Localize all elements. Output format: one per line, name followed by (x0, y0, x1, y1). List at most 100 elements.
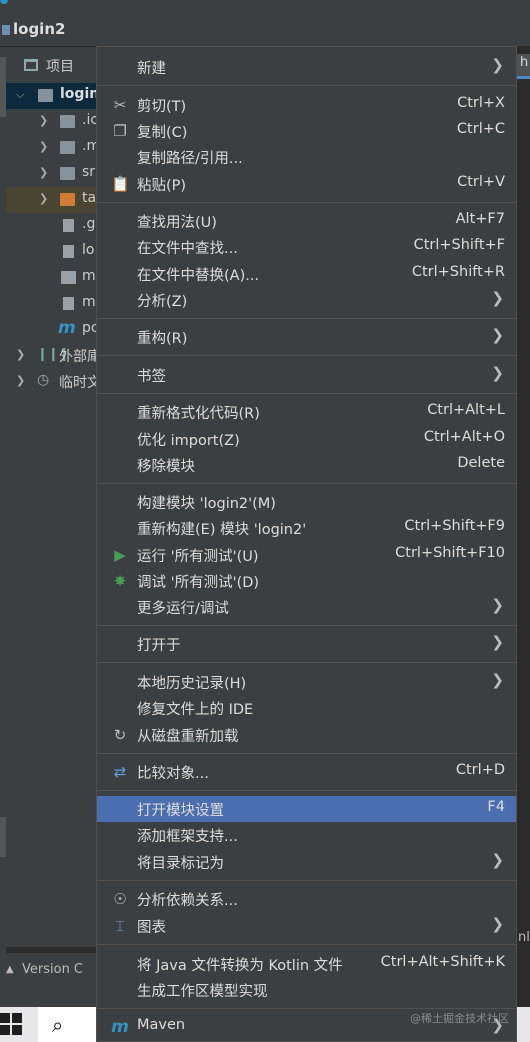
project-header-label: 项目 (46, 59, 74, 75)
menu-item-label: 新建 (137, 61, 166, 77)
tree-row-scratches[interactable]: ❯ ◷ 临时文 (6, 369, 101, 395)
menu-separator (97, 662, 516, 663)
chevron-right-icon[interactable]: ❯ (39, 192, 48, 205)
menu-item-find-usages[interactable]: 查找用法(U) Alt+F7 (97, 208, 516, 234)
menu-separator (97, 944, 516, 945)
debug-icon: ✸ (113, 572, 127, 590)
menu-item-label: 图表 (137, 920, 166, 936)
menu-item-new[interactable]: 新建 ❯ (97, 54, 516, 80)
tree-row-label: m (82, 294, 96, 310)
project-breadcrumb[interactable]: login2 (13, 20, 65, 38)
chevron-right-icon[interactable]: ❯ (39, 114, 48, 127)
script-file-icon (61, 271, 76, 284)
tree-row[interactable]: m (6, 291, 100, 317)
menu-item-bookmarks[interactable]: 书签 ❯ (97, 362, 516, 388)
app-icon (0, 0, 8, 4)
windows-start-icon[interactable] (0, 1013, 22, 1035)
menu-item-shortcut: Ctrl+Shift+F10 (395, 545, 505, 561)
menu-item-shortcut: Ctrl+V (457, 174, 505, 190)
menu-item-repair-ide[interactable]: 修复文件上的 IDE (97, 695, 516, 721)
tree-row[interactable]: ❯ .ic (6, 109, 100, 135)
tree-row-external-libraries[interactable]: ❯ ❙❙❙ 外部庫 (6, 343, 101, 369)
menu-item-shortcut: Ctrl+X (457, 95, 505, 111)
paste-icon: 📋 (111, 175, 130, 193)
menu-item-more-run-debug[interactable]: 更多运行/调试 ❯ (97, 594, 516, 620)
menu-item-reload-from-disk[interactable]: ↻ 从磁盘重新加载 (97, 722, 516, 748)
module-folder-icon (38, 89, 53, 102)
menu-item-label: Maven (137, 1017, 186, 1033)
chevron-right-icon[interactable]: ❯ (16, 348, 25, 361)
submenu-arrow-icon: ❯ (491, 633, 504, 651)
version-control-tab[interactable]: Version C (22, 962, 83, 977)
submenu-arrow-icon: ❯ (491, 596, 504, 614)
menu-item-refactor[interactable]: 重构(R) ❯ (97, 324, 516, 350)
menu-item-compare-with[interactable]: ⇄ 比较对象... Ctrl+D (97, 759, 516, 785)
menu-item-open-module-settings[interactable]: 打开模块设置 F4 (97, 796, 516, 822)
tree-row-label: 外部庫 (59, 349, 101, 365)
menu-item-label: 修复文件上的 IDE (137, 702, 254, 718)
reload-icon: ↻ (113, 726, 127, 744)
menu-item-label: 剪切(T) (137, 99, 187, 115)
text-file-icon (63, 297, 74, 310)
menu-item-analyze[interactable]: 分析(Z) ❯ (97, 287, 516, 313)
tree-row-label: m (82, 268, 96, 284)
diagram-icon: ⌶ (115, 917, 125, 935)
menu-separator (97, 790, 516, 791)
menu-item-shortcut: Ctrl+Alt+O (423, 429, 505, 445)
menu-item-remove-module[interactable]: 移除模块 Delete (97, 452, 516, 478)
menu-item-open-in[interactable]: 打开于 ❯ (97, 631, 516, 657)
submenu-arrow-icon: ❯ (491, 851, 504, 869)
editor-tab[interactable]: h (517, 54, 530, 79)
menu-item-analyze-dependencies[interactable]: ☉ 分析依赖关系... (97, 886, 516, 912)
chevron-down-icon[interactable]: ⌵ (16, 88, 24, 102)
submenu-arrow-icon: ❯ (491, 289, 504, 307)
tree-row[interactable]: m pc (6, 317, 100, 343)
menu-item-copy[interactable]: ❐ 复制(C) Ctrl+C (97, 118, 516, 144)
chevron-right-icon[interactable]: ❯ (39, 140, 48, 153)
tree-row[interactable]: ❯ ta (6, 187, 100, 213)
menu-item-label: 构建模块 'login2'(M) (137, 496, 276, 512)
tree-row[interactable]: lo (6, 239, 100, 265)
menu-item-generate-workspace-model[interactable]: 生成工作区模型实现 (97, 977, 516, 1003)
menu-item-mark-directory-as[interactable]: 将目录标记为 ❯ (97, 849, 516, 875)
menu-item-local-history[interactable]: 本地历史记录(H) ❯ (97, 669, 516, 695)
menu-item-replace-in-files[interactable]: 在文件中替换(A)... Ctrl+Shift+R (97, 261, 516, 287)
tree-row[interactable]: m (6, 265, 100, 291)
tree-row-root[interactable]: ⌵ login (6, 83, 100, 109)
menu-item-cut[interactable]: ✂ 剪切(T) Ctrl+X (97, 92, 516, 118)
gitignore-file-icon (63, 219, 74, 232)
editor-area[interactable] (517, 80, 530, 940)
menu-item-rebuild-module[interactable]: 重新构建(E) 模块 'login2' Ctrl+Shift+F9 (97, 515, 516, 541)
menu-item-reformat-code[interactable]: 重新格式化代码(R) Ctrl+Alt+L (97, 399, 516, 425)
run-icon: ▶ (114, 546, 126, 564)
tree-row[interactable]: ❯ .m (6, 135, 100, 161)
menu-item-run-all-tests[interactable]: ▶ 运行 '所有测试'(U) Ctrl+Shift+F10 (97, 542, 516, 568)
menu-item-build-module[interactable]: 构建模块 'login2'(M) (97, 489, 516, 515)
maven-icon: m (111, 1017, 129, 1037)
menu-item-label: 复制路径/引用... (137, 151, 243, 167)
chevron-right-icon[interactable]: ❯ (16, 374, 25, 387)
tree-row-label: login (60, 86, 100, 102)
menu-item-find-in-files[interactable]: 在文件中查找... Ctrl+Shift+F (97, 234, 516, 260)
scissors-icon: ✂ (113, 96, 127, 114)
menu-item-add-framework-support[interactable]: 添加框架支持... (97, 822, 516, 848)
menu-item-label: 比较对象... (137, 766, 209, 782)
project-header[interactable]: 项目 (6, 47, 100, 83)
submenu-arrow-icon: ❯ (491, 56, 504, 74)
menu-item-optimize-imports[interactable]: 优化 import(Z) Ctrl+Alt+O (97, 426, 516, 452)
menu-item-debug-all-tests[interactable]: ✸ 调试 '所有测试'(D) (97, 568, 516, 594)
project-tool-window: 项目 ⌵ login ❯ .ic ❯ .m ❯ sr ❯ ta .g lo m … (6, 47, 101, 947)
tree-row[interactable]: ❯ sr (6, 161, 100, 187)
menu-item-convert-java-to-kotlin[interactable]: 将 Java 文件转换为 Kotlin 文件 Ctrl+Alt+Shift+K (97, 951, 516, 977)
chevron-right-icon[interactable]: ❯ (39, 166, 48, 179)
menu-item-paste[interactable]: 📋 粘贴(P) Ctrl+V (97, 171, 516, 197)
watermark: @稀土掘金技术社区 (410, 1012, 509, 1025)
menu-item-copy-path[interactable]: 复制路径/引用... (97, 144, 516, 170)
menu-separator (97, 202, 516, 203)
maven-pom-icon: m (58, 318, 76, 338)
search-icon: ⌕ (52, 1013, 64, 1037)
copy-icon: ❐ (113, 122, 127, 140)
tree-row[interactable]: .g (6, 213, 100, 239)
menu-item-diagrams[interactable]: ⌶ 图表 ❯ (97, 913, 516, 939)
compare-icon: ⇄ (113, 763, 127, 781)
